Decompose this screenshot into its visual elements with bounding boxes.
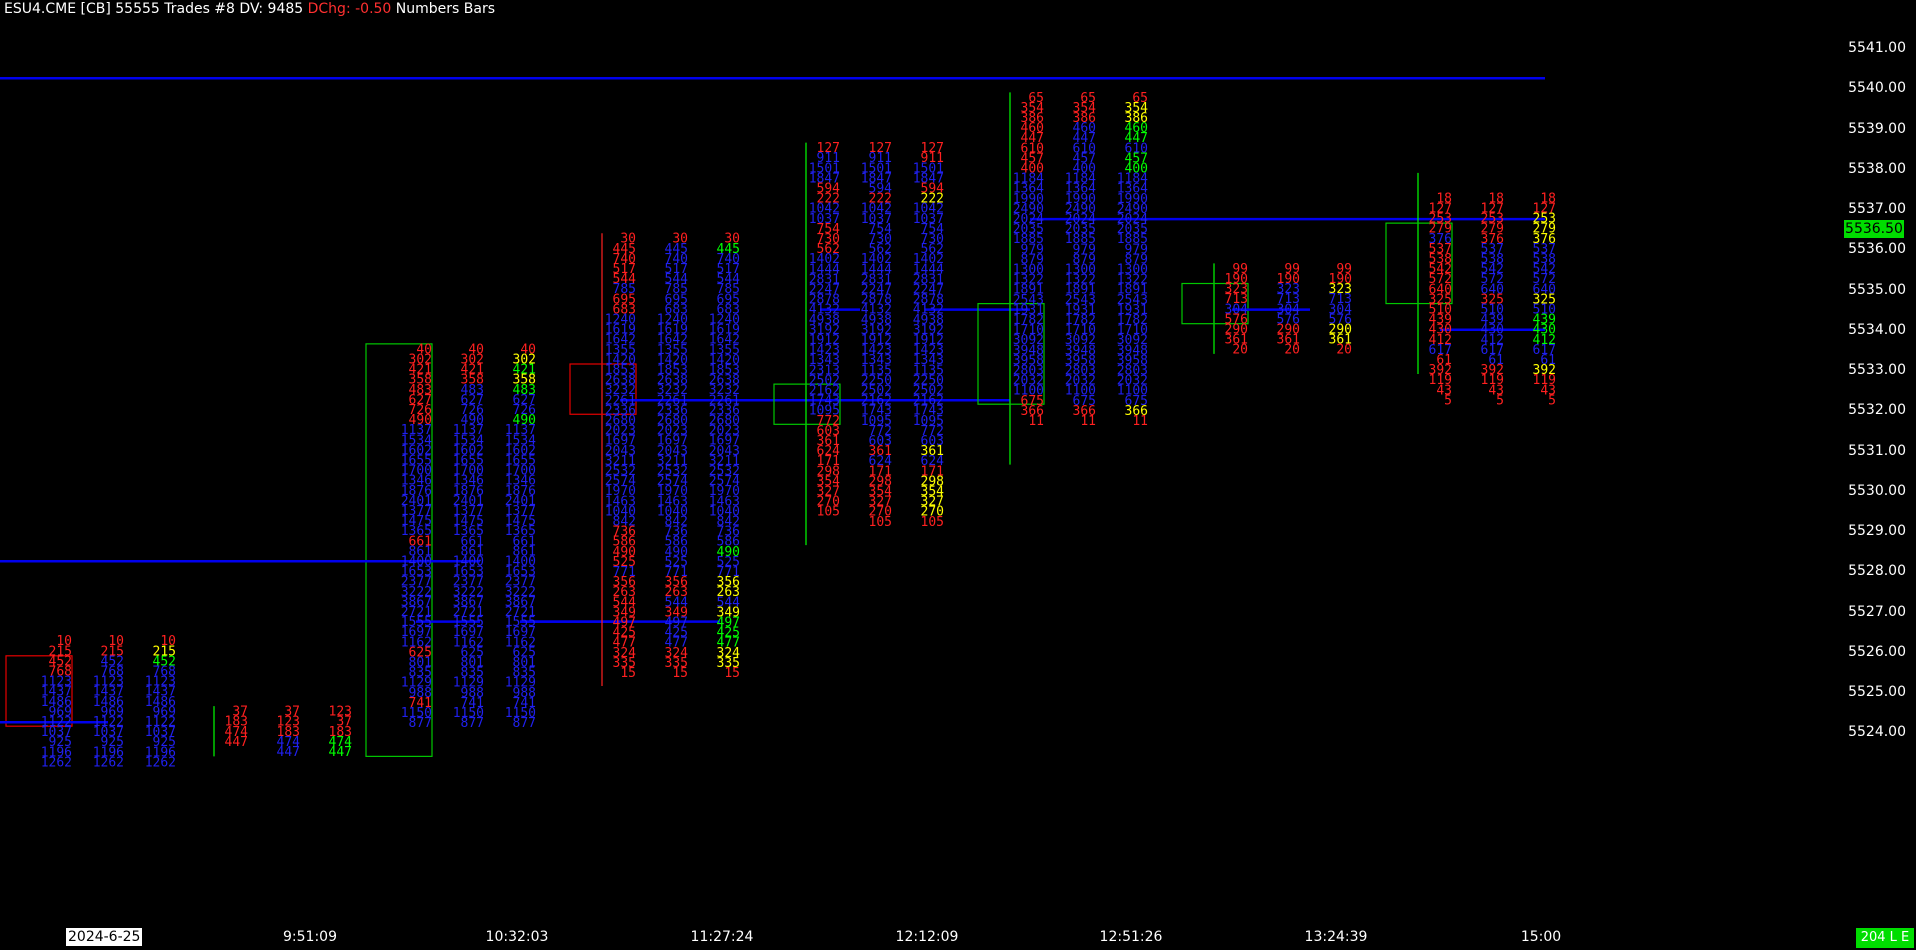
bar-mode-label: Numbers Bars [395, 1, 496, 17]
volume-cell: 11 [1028, 414, 1044, 429]
volume-cell: 20 [1284, 343, 1300, 358]
price-label: 5532.00 [1848, 402, 1906, 419]
volume-cell: 5 [1444, 393, 1452, 408]
volume-cell: 1262 [41, 755, 72, 770]
volume-cell: 877 [461, 716, 484, 731]
symbol-label: ESU4.CME [CB] [4, 1, 111, 17]
price-label: 5529.00 [1848, 523, 1906, 539]
volume-cell: 1262 [145, 755, 176, 770]
price-label: 5535.00 [1848, 281, 1906, 298]
dchg-label: DChg: -0.50 [307, 1, 392, 17]
volume-cell: 11 [1132, 414, 1148, 429]
price-label: 5528.00 [1848, 563, 1906, 580]
price-label: 5531.00 [1848, 442, 1906, 459]
numbers-bars-chart[interactable]: 1021545276811231437148696911221037925119… [0, 0, 1916, 950]
volume-cell: 15 [724, 666, 740, 681]
volume-cell: 447 [277, 745, 300, 760]
price-label: 5526.00 [1848, 643, 1906, 660]
price-label: 5530.00 [1848, 482, 1906, 499]
dv-label: DV: 9485 [239, 1, 304, 17]
volume-cell: 5 [1496, 393, 1504, 408]
price-label: 5537.00 [1848, 201, 1906, 217]
price-label: 5539.00 [1848, 120, 1906, 137]
last-price-marker: 5536.50 [1844, 220, 1904, 239]
time-label: 12:12:09 [895, 929, 959, 945]
volume-cell: 20 [1336, 343, 1352, 358]
price-label: 5534.00 [1848, 321, 1906, 338]
chart-header: ESU4.CME [CB] 55555 Trades #8 DV: 9485 D… [4, 0, 495, 18]
volume-cell: 11 [1080, 414, 1096, 429]
status-badge: 204 L E [1856, 928, 1914, 948]
price-label: 5525.00 [1848, 684, 1906, 700]
price-label: 5527.00 [1848, 603, 1906, 620]
price-label: 5533.00 [1848, 362, 1906, 378]
volume-cell: 15 [672, 666, 688, 681]
price-label: 5524.00 [1848, 724, 1906, 741]
time-label: 13:24:39 [1304, 929, 1368, 945]
volume-cell: 5 [1548, 393, 1556, 408]
volume-cell: 1262 [93, 755, 124, 770]
time-label: 11:27:24 [690, 929, 754, 945]
price-label: 5536.00 [1848, 241, 1906, 258]
price-label: 5540.00 [1848, 80, 1906, 97]
time-label: 12:51:26 [1099, 929, 1163, 945]
volume-cell: 20 [1232, 343, 1248, 358]
volume-cell: 447 [329, 745, 352, 760]
time-label: 15:00 [1520, 929, 1562, 945]
volume-cell: 105 [869, 515, 892, 530]
volume-cell: 877 [513, 716, 536, 731]
price-axis[interactable]: 5541.00 5540.00 5539.00 5538.00 5537.00 5536.… [1820, 0, 1916, 950]
time-label: 10:32:03 [485, 929, 549, 945]
price-label: 5541.00 [1848, 40, 1906, 56]
date-label: 2024-6-25 [66, 928, 143, 946]
volume-cell: 105 [817, 505, 840, 520]
price-label: 5538.00 [1848, 160, 1906, 177]
volume-cell: 105 [921, 515, 944, 530]
volume-cell: 15 [620, 666, 636, 681]
time-label: 9:51:09 [283, 929, 337, 945]
trades-label: 55555 Trades #8 [115, 1, 235, 17]
volume-cell: 447 [225, 735, 248, 750]
volume-cell: 877 [409, 716, 432, 731]
